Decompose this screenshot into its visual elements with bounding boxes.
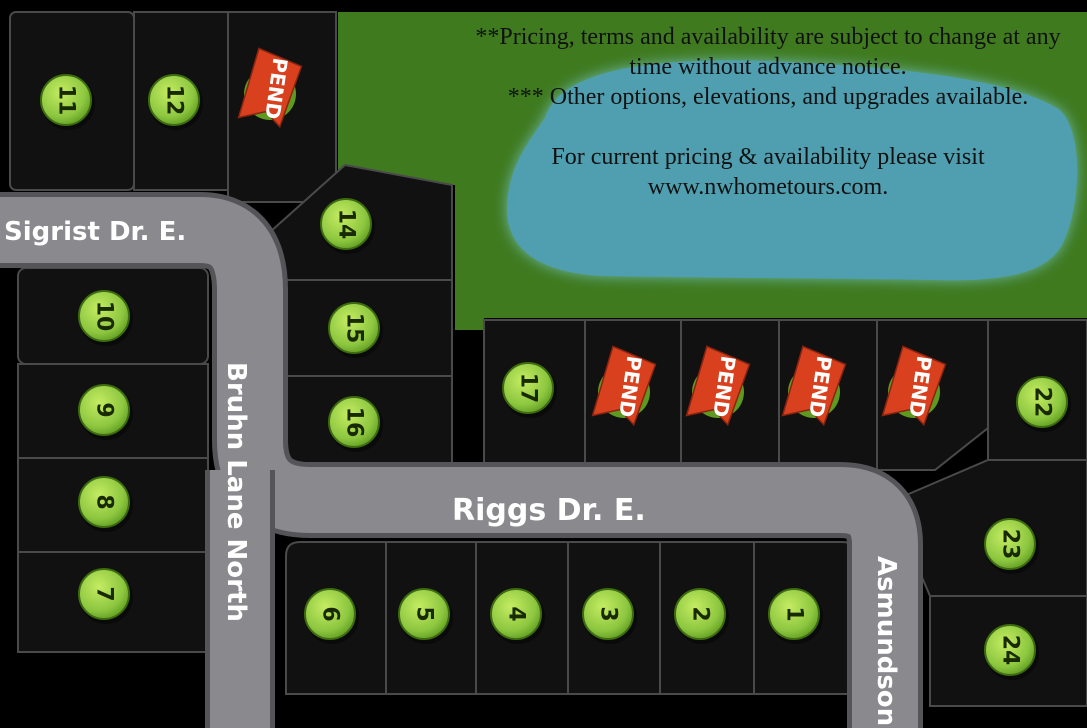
lot-number: 17 [516, 373, 541, 404]
lot-number: 23 [998, 529, 1023, 560]
pricing-notice: **Pricing, terms and availability are su… [462, 22, 1074, 202]
lot-number: 1 [782, 606, 807, 621]
street-label-bruhn: Bruhn Lane North [221, 362, 251, 622]
street-label-riggs: Riggs Dr. E. [452, 493, 646, 528]
lot-number: 9 [92, 402, 117, 417]
lot-number: 10 [92, 301, 117, 332]
lots-upper-row [483, 319, 1087, 471]
street-label-sigrist: Sigrist Dr. E. [4, 217, 186, 247]
notice-pricing-terms: **Pricing, terms and availability are su… [475, 24, 1061, 80]
lot-number: 7 [92, 586, 117, 601]
lot-number: 8 [92, 494, 117, 509]
lot-number: 22 [1030, 387, 1055, 418]
lot-number: 4 [504, 606, 529, 621]
lot-number: 3 [596, 606, 621, 621]
street-label-asmundson: Asmundson [871, 556, 901, 726]
notice-visit-website: For current pricing & availability pleas… [551, 144, 985, 200]
notice-options: *** Other options, elevations, and upgra… [507, 84, 1029, 110]
lot-number: 6 [318, 606, 343, 621]
lot-number: 11 [54, 85, 79, 116]
lot-number: 15 [342, 313, 367, 344]
lot-number: 24 [998, 635, 1023, 666]
lot-number: 2 [688, 606, 713, 621]
lot-number: 12 [162, 85, 187, 116]
lot-number: 16 [342, 407, 367, 438]
lot-number: 5 [412, 606, 437, 621]
lot-number: 14 [334, 209, 359, 240]
